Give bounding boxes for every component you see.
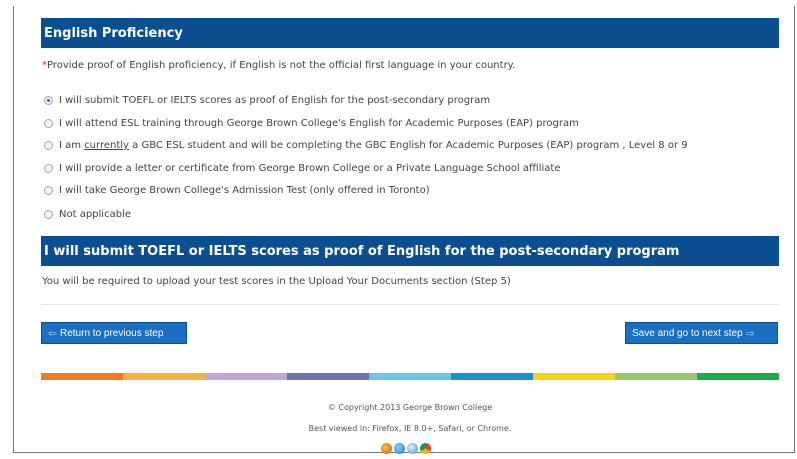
intro-label: Provide proof of English proficiency, if… bbox=[47, 60, 516, 71]
option-label: I am currently a GBC ESL student and wil… bbox=[59, 140, 688, 151]
color-segment bbox=[205, 373, 287, 380]
color-bar bbox=[41, 373, 779, 380]
option-label: I will provide a letter or certificate f… bbox=[59, 163, 561, 174]
color-segment bbox=[287, 373, 369, 380]
section-title: I will submit TOEFL or IELTS scores as p… bbox=[44, 243, 680, 259]
page-frame bbox=[13, 6, 795, 453]
arrow-left-icon: ⇐ bbox=[48, 327, 58, 340]
section-title: English Proficiency bbox=[44, 25, 183, 41]
divider bbox=[41, 304, 779, 305]
color-segment bbox=[697, 373, 779, 380]
button-label: Save and go to next step bbox=[632, 327, 743, 339]
intro-text: *Provide proof of English proficiency, i… bbox=[42, 60, 515, 71]
option-label-post: a GBC ESL student and will be completing… bbox=[128, 140, 688, 151]
ie-icon bbox=[394, 443, 405, 454]
color-segment bbox=[123, 373, 205, 380]
option-toefl-ielts[interactable]: I will submit TOEFL or IELTS scores as p… bbox=[44, 95, 490, 106]
button-label: Return to previous step bbox=[60, 327, 164, 339]
safari-icon bbox=[407, 443, 418, 454]
browser-support-text: Best viewed in: Firefox, IE 8.0+, Safari… bbox=[308, 424, 512, 433]
option-letter-certificate[interactable]: I will provide a letter or certificate f… bbox=[44, 163, 560, 174]
save-next-step-button[interactable]: Save and go to next step ⇒ bbox=[625, 322, 778, 344]
browser-icons bbox=[381, 443, 431, 454]
firefox-icon bbox=[381, 443, 392, 454]
return-previous-step-button[interactable]: ⇐ Return to previous step bbox=[41, 322, 187, 344]
option-label-pre: I am bbox=[59, 140, 85, 151]
option-admission-test[interactable]: I will take George Brown College's Admis… bbox=[44, 185, 430, 196]
option-label: I will submit TOEFL or IELTS scores as p… bbox=[59, 95, 491, 106]
option-not-applicable[interactable]: Not applicable bbox=[44, 209, 131, 220]
copyright-text: © Copyright 2013 George Brown College bbox=[327, 403, 493, 412]
color-segment bbox=[615, 373, 697, 380]
option-esl-training[interactable]: I will attend ESL training through Georg… bbox=[44, 118, 579, 129]
radio-button[interactable] bbox=[44, 141, 53, 150]
option-label: I will take George Brown College's Admis… bbox=[59, 185, 430, 196]
radio-button[interactable] bbox=[44, 164, 53, 173]
section-header-selected-option: I will submit TOEFL or IELTS scores as p… bbox=[41, 236, 779, 266]
section-header-english-proficiency: English Proficiency bbox=[41, 18, 779, 48]
color-segment bbox=[41, 373, 123, 380]
radio-button-checked[interactable] bbox=[44, 96, 53, 105]
option-gbc-esl-student[interactable]: I am currently a GBC ESL student and wil… bbox=[44, 140, 688, 151]
radio-button[interactable] bbox=[44, 186, 53, 195]
option-label: Not applicable bbox=[59, 209, 131, 220]
radio-button[interactable] bbox=[44, 210, 53, 219]
color-segment bbox=[369, 373, 451, 380]
currently-link[interactable]: currently bbox=[84, 140, 129, 151]
color-segment bbox=[533, 373, 615, 380]
radio-button[interactable] bbox=[44, 119, 53, 128]
color-segment bbox=[451, 373, 533, 380]
chrome-icon bbox=[420, 443, 431, 454]
upload-note: You will be required to upload your test… bbox=[42, 276, 511, 287]
arrow-right-icon: ⇒ bbox=[745, 327, 755, 340]
option-label: I will attend ESL training through Georg… bbox=[59, 118, 579, 129]
